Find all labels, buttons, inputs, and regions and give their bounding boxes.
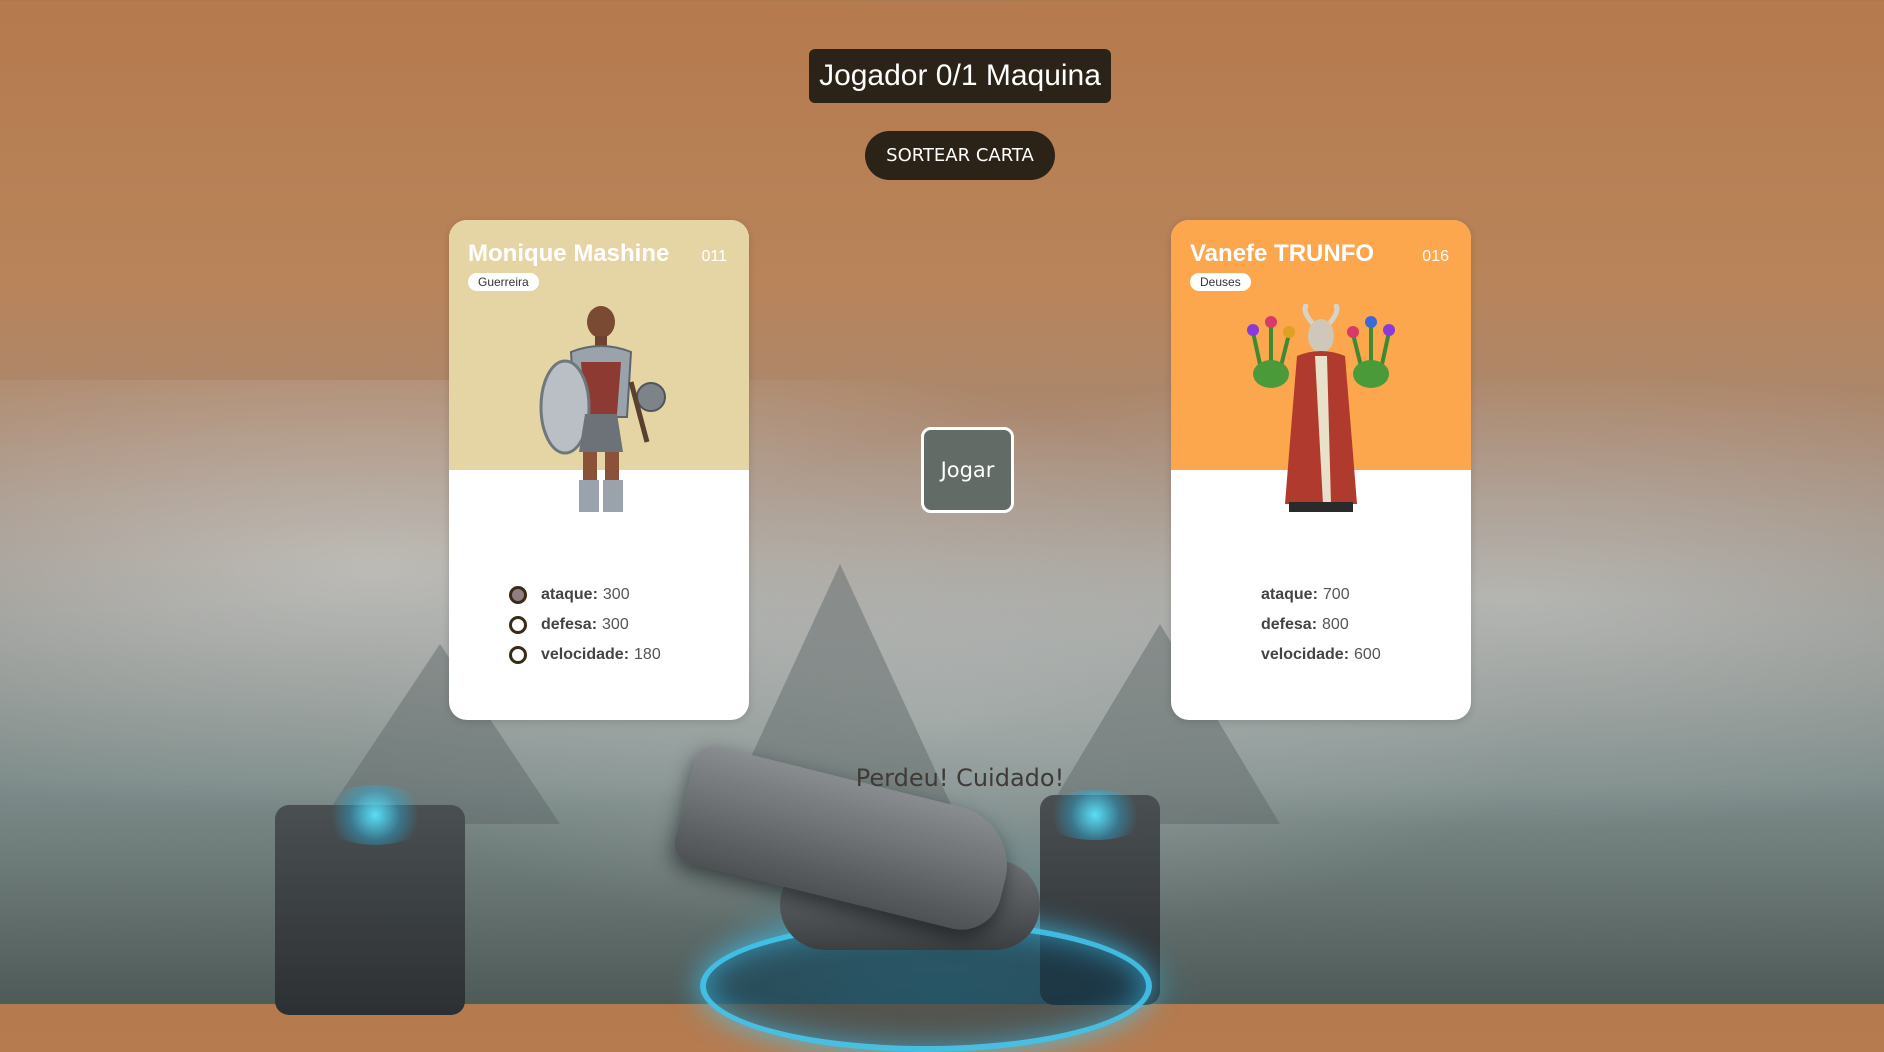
card-number: 011: [701, 248, 727, 265]
play-button[interactable]: Jogar: [921, 427, 1014, 513]
stat-row-defense: defesa: 800: [1261, 610, 1381, 640]
armored-warrior-figure: [539, 306, 666, 512]
goat-god-with-flowers-figure: [1247, 304, 1395, 512]
card-type-badge: Guerreira: [468, 273, 539, 291]
stat-row-attack: ataque: 300: [509, 580, 661, 610]
defense-radio[interactable]: [509, 616, 527, 634]
stat-value: 300: [602, 586, 630, 603]
stat-label: defesa:: [1261, 616, 1318, 633]
card-name: Monique Mashine: [468, 240, 670, 267]
rune-glow-right: [1040, 790, 1150, 840]
card-type-badge: Deuses: [1190, 273, 1251, 291]
stat-row-defense: defesa: 300: [509, 610, 661, 640]
stat-value: 800: [1322, 616, 1349, 633]
stat-value: 700: [1322, 586, 1350, 603]
stat-row-speed: velocidade: 600: [1261, 640, 1381, 670]
rune-glow-left: [320, 785, 430, 845]
card-name: Vanefe TRUNFO: [1190, 240, 1375, 267]
stat-value: 600: [1354, 646, 1381, 663]
stat-label: ataque:: [541, 586, 598, 603]
speed-radio[interactable]: [509, 646, 527, 664]
stat-label: ataque:: [1261, 586, 1318, 603]
machine-card: Vanefe TRUNFO 016 Deuses ataque: 700 def…: [1171, 220, 1471, 720]
scoreboard: Jogador 0/1 Maquina: [809, 49, 1111, 103]
stat-label: velocidade:: [541, 646, 630, 663]
stat-row-speed: velocidade: 180: [509, 640, 661, 670]
attack-radio[interactable]: [509, 586, 527, 604]
draw-card-button[interactable]: SORTEAR CARTA: [865, 131, 1055, 180]
stat-value: 300: [602, 616, 629, 633]
stat-row-attack: ataque: 700: [1261, 580, 1381, 610]
stat-label: defesa:: [541, 616, 598, 633]
machine-stats: ataque: 700 defesa: 800 velocidade: 600: [1261, 580, 1381, 670]
card-number: 016: [1422, 248, 1449, 265]
stat-label: velocidade:: [1261, 646, 1350, 663]
stat-value: 180: [634, 646, 661, 663]
result-message: Perdeu! Cuidado!: [855, 764, 1065, 792]
player-stats: ataque: 300 defesa: 300 velocidade: 180: [509, 580, 661, 670]
player-card: Monique Mashine 011 Guerreira ataque: 30…: [449, 220, 749, 720]
